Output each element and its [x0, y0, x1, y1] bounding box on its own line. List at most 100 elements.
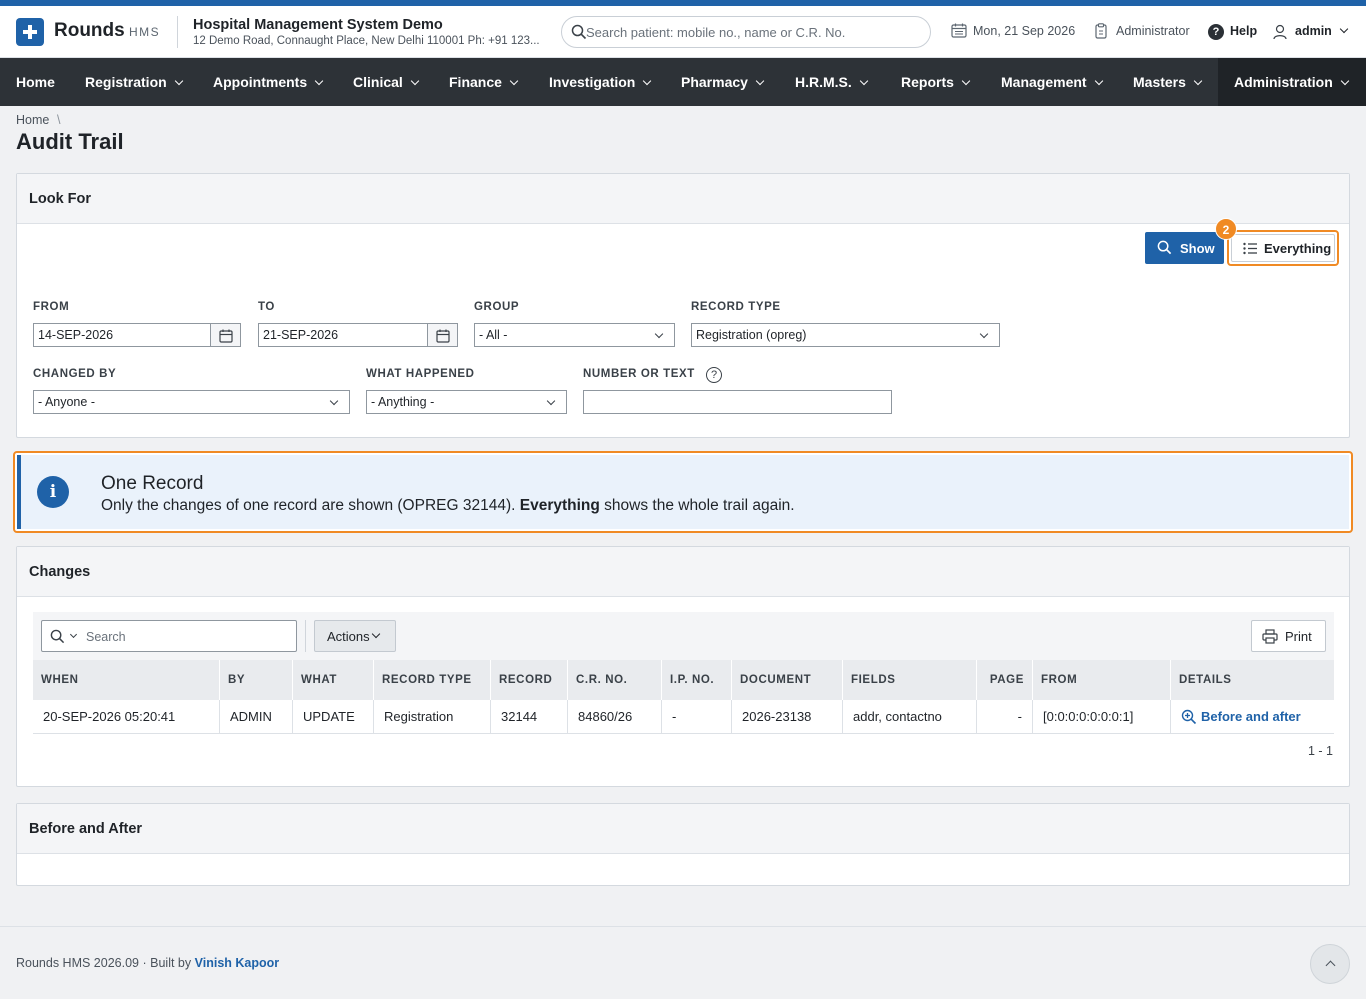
breadcrumb-home[interactable]: Home [16, 113, 49, 127]
chevron-down-icon [314, 76, 324, 86]
chevron-down-icon [643, 76, 652, 86]
number-text-input[interactable] [583, 390, 892, 414]
look-for-header: Look For [17, 174, 1349, 224]
grid-header: WHEN BY WHAT RECORD TYPE RECORD C.R. NO.… [33, 660, 1334, 700]
to-date-input[interactable]: 21-SEP-2026 [258, 323, 428, 347]
col-fields[interactable]: FIELDS [842, 660, 976, 700]
cell-page: - [976, 700, 1032, 734]
grid-toolbar: Actions Print [33, 612, 1334, 660]
pagination-info: 1 - 1 [1307, 744, 1333, 758]
info-icon: i [37, 476, 69, 508]
actions-button[interactable]: Actions [314, 620, 396, 652]
chevron-down-icon[interactable] [69, 630, 78, 639]
nav-management-label: Management [1001, 74, 1087, 90]
chevron-down-icon [174, 76, 183, 86]
clipboard-icon [1095, 23, 1107, 39]
footer-author-link[interactable]: Vinish Kapoor [195, 956, 280, 970]
patient-search[interactable] [561, 16, 931, 48]
everything-button-label: Everything [1264, 241, 1332, 256]
step-badge: 2 [1215, 218, 1237, 240]
nav-masters[interactable]: Masters [1133, 58, 1203, 106]
col-details[interactable]: DETAILS [1170, 660, 1334, 700]
cell-record: 32144 [490, 700, 567, 734]
from-label: FROM [33, 301, 70, 313]
col-cr-no[interactable]: C.R. NO. [567, 660, 661, 700]
brand-name[interactable]: Rounds [54, 20, 125, 42]
what-happened-label: WHAT HAPPENED [366, 368, 475, 380]
chevron-down-icon [410, 76, 420, 86]
nav-home[interactable]: Home [16, 58, 55, 106]
nav-clinical[interactable]: Clinical [353, 58, 420, 106]
notice-text-pre: Only the changes of one record are shown… [101, 497, 520, 514]
help-link[interactable]: Help [1230, 24, 1257, 38]
chevron-down-icon [329, 396, 339, 406]
notice-text-post: shows the whole trail again. [599, 497, 795, 514]
calendar-icon [219, 329, 233, 343]
before-after-title: Before and After [29, 821, 143, 837]
show-button-label: Show [1180, 241, 1215, 256]
col-document[interactable]: DOCUMENT [731, 660, 842, 700]
chevron-down-icon [961, 76, 971, 86]
nav-investigation[interactable]: Investigation [549, 58, 652, 106]
org-name: Hospital Management System Demo [193, 17, 443, 33]
what-happened-select[interactable]: - Anything - [366, 390, 567, 414]
col-page[interactable]: PAGE [976, 660, 1032, 700]
nav-management[interactable]: Management [1001, 58, 1103, 106]
nav-appointments[interactable]: Appointments [213, 58, 324, 106]
notice-title: One Record [101, 473, 204, 494]
col-record-type[interactable]: RECORD TYPE [373, 660, 490, 700]
scroll-to-top-button[interactable] [1310, 944, 1350, 984]
record-type-select[interactable]: Registration (opreg) [691, 323, 1000, 347]
calendar-icon [436, 329, 450, 343]
changes-panel: Changes Actions Print WHEN BY WHAT RECOR… [16, 546, 1350, 787]
grid-search-input[interactable] [86, 628, 286, 645]
nav-masters-label: Masters [1133, 74, 1186, 90]
col-what[interactable]: WHAT [292, 660, 373, 700]
chevron-down-icon [546, 396, 556, 406]
calendar-icon [951, 23, 967, 38]
chevron-down-icon [1193, 76, 1203, 86]
changed-by-select[interactable]: - Anyone - [33, 390, 350, 414]
nav-pharmacy-label: Pharmacy [681, 74, 748, 90]
nav-registration[interactable]: Registration [85, 58, 183, 106]
patient-search-input[interactable] [586, 23, 916, 42]
chevron-down-icon [1340, 76, 1350, 86]
nav-administration-label: Administration [1234, 74, 1333, 90]
nav-pharmacy[interactable]: Pharmacy [681, 58, 765, 106]
org-address: 12 Demo Road, Connaught Place, New Delhi… [193, 35, 540, 47]
search-icon [50, 629, 65, 644]
chevron-down-icon [654, 329, 664, 339]
help-question-icon[interactable]: ? [706, 367, 722, 383]
user-menu[interactable]: admin [1295, 24, 1349, 38]
col-when[interactable]: WHEN [33, 660, 219, 700]
notice-text: Only the changes of one record are shown… [101, 497, 795, 515]
col-from[interactable]: FROM [1032, 660, 1170, 700]
user-name: admin [1295, 24, 1332, 38]
app-header: Rounds HMS Hospital Management System De… [0, 6, 1366, 58]
before-after-link[interactable]: Before and after [1170, 700, 1334, 734]
grid-search[interactable] [41, 620, 297, 652]
group-select[interactable]: - All - [474, 323, 675, 347]
table-row[interactable]: 20-SEP-2026 05:20:41 ADMIN UPDATE Regist… [33, 700, 1334, 734]
cell-when: 20-SEP-2026 05:20:41 [43, 709, 176, 724]
header-role-text: Administrator [1116, 24, 1190, 38]
col-ip-no[interactable]: I.P. NO. [661, 660, 731, 700]
nav-reports[interactable]: Reports [901, 58, 971, 106]
col-by[interactable]: BY [219, 660, 292, 700]
nav-administration[interactable]: Administration [1218, 58, 1366, 106]
from-date-input[interactable]: 14-SEP-2026 [33, 323, 211, 347]
record-type-value: Registration (opreg) [696, 328, 807, 342]
from-calendar-button[interactable] [210, 323, 241, 347]
to-calendar-button[interactable] [427, 323, 458, 347]
logo-plus-icon[interactable] [16, 18, 44, 46]
nav-hrms[interactable]: H.R.M.S. [795, 58, 869, 106]
to-label: TO [258, 301, 275, 313]
chevron-down-icon [1094, 76, 1103, 86]
cell-what: UPDATE [292, 700, 373, 734]
print-button[interactable]: Print [1251, 620, 1326, 652]
everything-button[interactable]: Everything [1227, 230, 1339, 266]
help-icon[interactable]: ? [1208, 24, 1224, 40]
col-record[interactable]: RECORD [490, 660, 567, 700]
nav-finance[interactable]: Finance [449, 58, 519, 106]
show-button[interactable]: Show [1145, 232, 1224, 264]
